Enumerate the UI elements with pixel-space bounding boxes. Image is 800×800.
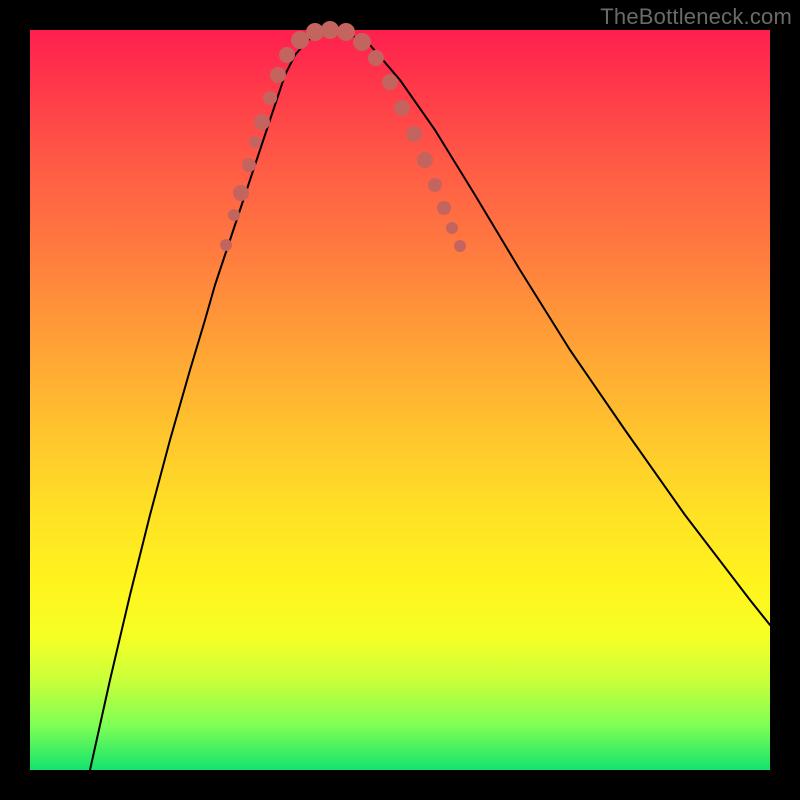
curve-marker (382, 74, 398, 90)
curve-markers (220, 21, 466, 252)
chart-svg (30, 30, 770, 770)
curve-marker (279, 47, 295, 63)
curve-marker (394, 100, 410, 116)
watermark-text: TheBottleneck.com (600, 4, 792, 30)
curve-marker (249, 136, 261, 148)
curve-marker (454, 240, 466, 252)
chart-frame: TheBottleneck.com (0, 0, 800, 800)
curve-marker (233, 185, 249, 201)
curve-marker (428, 178, 442, 192)
curve-marker (321, 21, 339, 39)
chart-plot-area (30, 30, 770, 770)
curve-marker (242, 158, 256, 172)
curve-marker (263, 91, 277, 105)
curve-marker (446, 222, 458, 234)
curve-marker (228, 209, 240, 221)
curve-marker (406, 126, 422, 142)
curve-marker (220, 239, 232, 251)
curve-marker (270, 67, 286, 83)
curve-marker (337, 23, 355, 41)
bottleneck-curve (90, 32, 770, 770)
curve-marker (353, 33, 371, 51)
curve-marker (368, 50, 384, 66)
curve-marker (437, 201, 451, 215)
curve-marker (254, 114, 270, 130)
curve-marker (417, 152, 433, 168)
